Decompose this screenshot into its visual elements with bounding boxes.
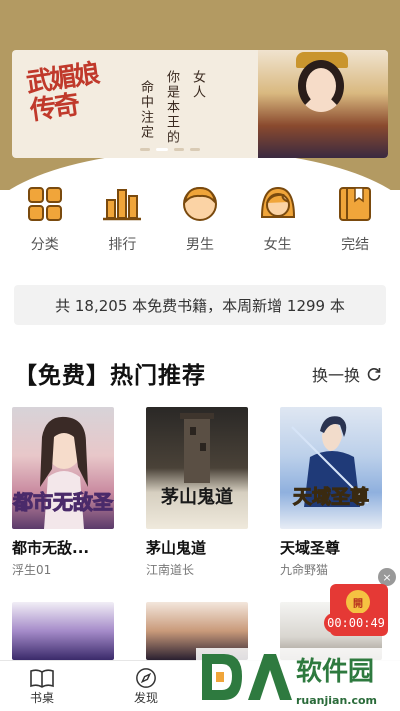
grid-icon: [25, 184, 65, 224]
book-title: 茅山鬼道: [146, 539, 207, 557]
book-author: 浮生01: [12, 563, 52, 577]
category-female[interactable]: 女生: [243, 184, 313, 256]
category-label: 分类: [30, 237, 59, 253]
bar-chart-icon: [102, 184, 142, 224]
banner-pagination: [140, 148, 200, 151]
book-title: 都市无敌...: [12, 539, 90, 557]
book-card[interactable]: 天域圣尊 天域圣尊 九命野猫: [280, 407, 382, 578]
banner-line-2: 你是本王的: [164, 70, 179, 145]
book-cover: 都市无敌圣: [12, 407, 114, 529]
cover-tower: [180, 413, 214, 483]
nav-item-discover[interactable]: 发现: [116, 667, 176, 706]
banner-line-1: 女人: [190, 70, 205, 100]
cover-warrior: [291, 416, 369, 507]
banner-dot[interactable]: [140, 148, 150, 151]
nav-item-desk[interactable]: 书桌: [12, 667, 72, 706]
book-author: 九命野猫: [280, 563, 329, 577]
category-label: 完结: [341, 237, 370, 253]
section-title: 【免费】热门推荐: [14, 363, 206, 389]
category-classify[interactable]: 分类: [10, 184, 80, 256]
cover-title: 天域圣尊: [292, 486, 369, 509]
refresh-label: 换一换: [311, 366, 360, 385]
refresh-icon: [367, 368, 381, 381]
book-title: 天域圣尊: [280, 539, 341, 557]
banner-line-3: 命中注定: [138, 80, 153, 140]
book-cover: 天域圣尊: [280, 407, 382, 529]
promo-banner[interactable]: 武媚娘传奇 女人 你是本王的 命中注定: [12, 50, 388, 158]
category-label: 女生: [263, 237, 292, 253]
nav-label: 发现: [133, 691, 158, 705]
category-completed[interactable]: 完结: [320, 184, 390, 256]
watermark-site: ruanjian.com: [296, 694, 378, 707]
countdown-timer: 00:00:49: [324, 613, 388, 633]
book-count-info: 共 18,205 本免费书籍，本周新增 1299 本: [14, 285, 386, 325]
figure-head: [298, 60, 344, 112]
category-label: 男生: [185, 237, 214, 253]
banner-title: 武媚娘传奇: [24, 58, 100, 127]
compass-icon: [136, 668, 156, 688]
banner-dot[interactable]: [190, 148, 200, 151]
category-row: 分类 排行 男生 女生 完结: [0, 184, 400, 256]
category-male[interactable]: 男生: [165, 184, 235, 256]
category-ranking[interactable]: 排行: [87, 184, 157, 256]
nav-label: 书桌: [29, 691, 54, 705]
book-cover: 茅山鬼道: [146, 407, 248, 529]
book-bookmark-icon: [335, 184, 375, 224]
male-avatar-icon: [180, 184, 220, 224]
envelope-badge: 開: [346, 590, 370, 614]
female-avatar-icon: [258, 184, 298, 224]
cover-title: 都市无敌圣: [13, 490, 114, 515]
book-cover-partial[interactable]: [12, 602, 114, 660]
banner-figure-image: [258, 50, 388, 158]
book-card[interactable]: 茅山鬼道 茅山鬼道 江南道长: [146, 407, 248, 578]
banner-dot-active[interactable]: [156, 148, 168, 151]
category-label: 排行: [108, 237, 137, 253]
book-card[interactable]: 都市无敌圣 都市无敌... 浮生01: [12, 407, 114, 578]
watermark-brand: 软件园: [296, 657, 375, 687]
refresh-button[interactable]: 换一换: [312, 362, 382, 386]
book-author: 江南道长: [146, 563, 195, 577]
open-book-icon: [30, 669, 54, 688]
banner-dot[interactable]: [174, 148, 184, 151]
cover-title: 茅山鬼道: [161, 487, 233, 508]
